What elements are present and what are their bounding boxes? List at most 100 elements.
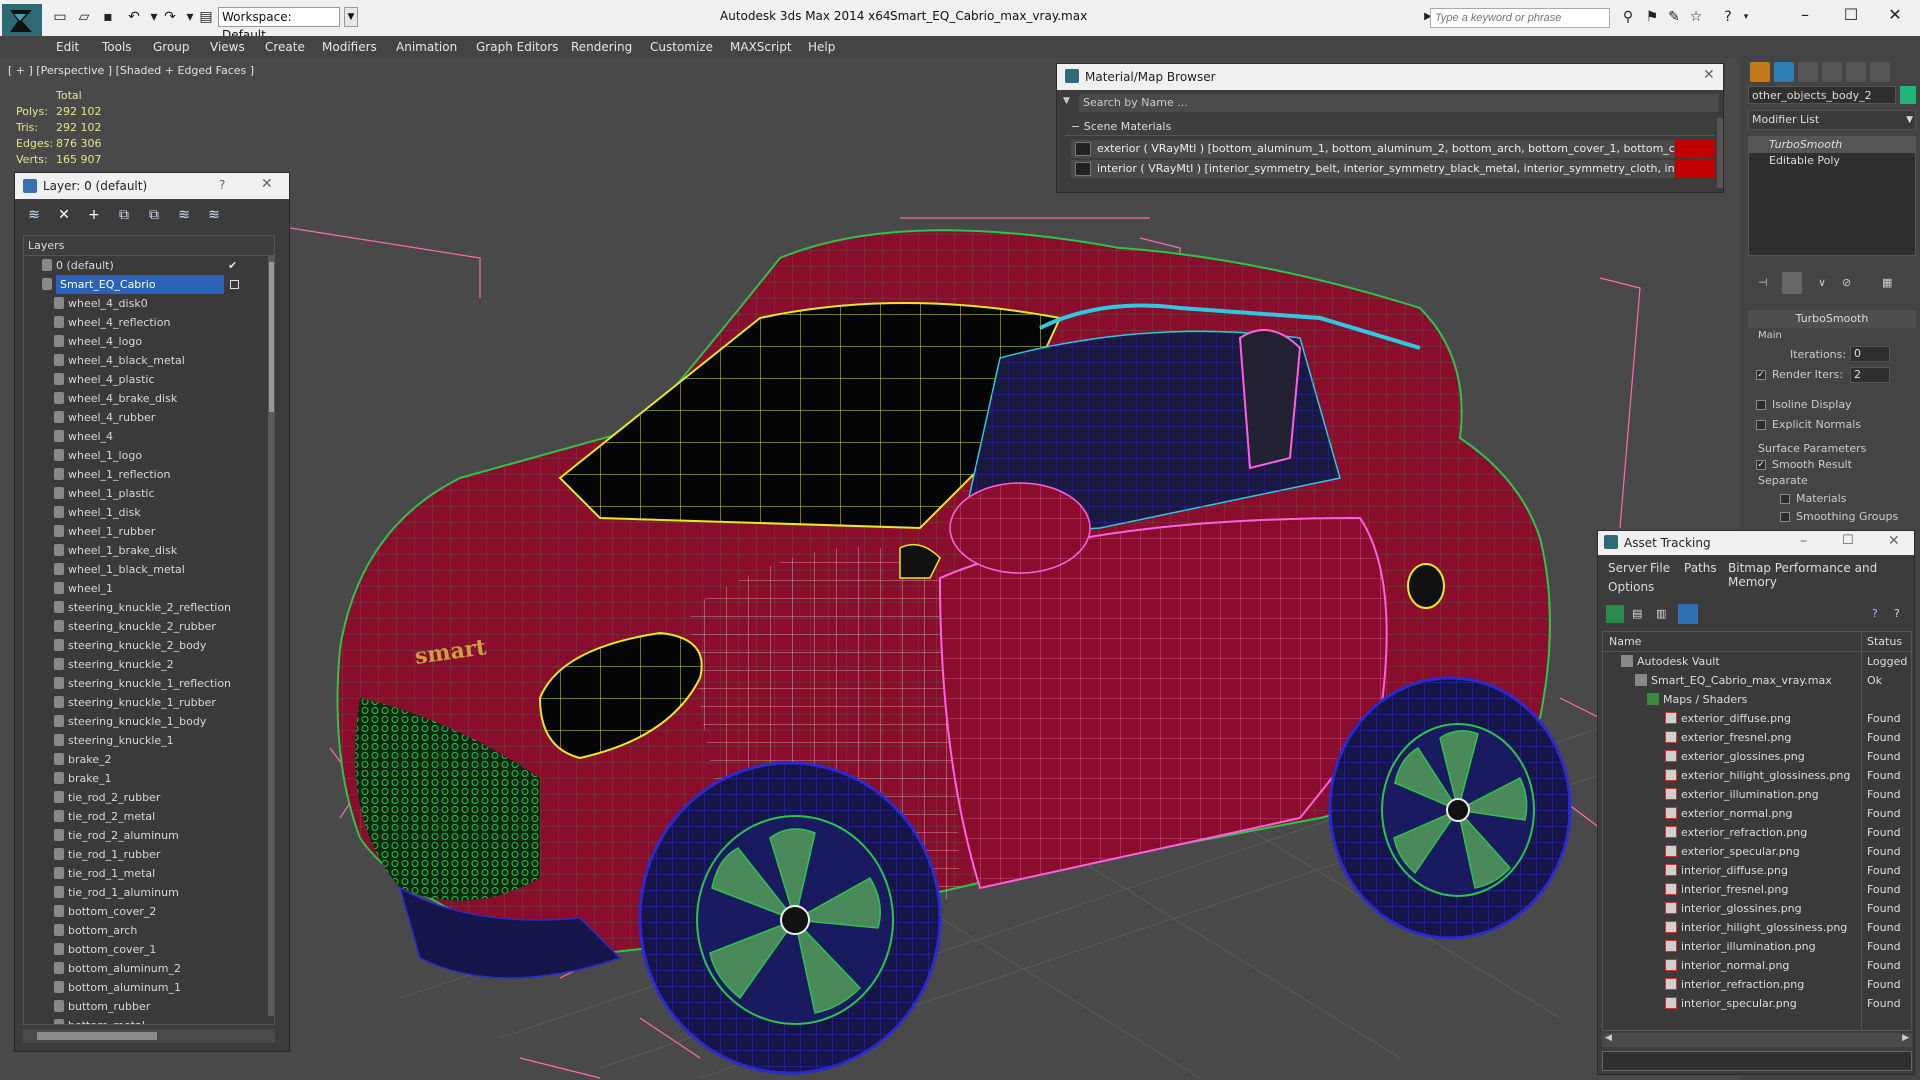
asset-row[interactable]: interior_hilight_glossiness.png Found [1603, 918, 1911, 937]
menu-create[interactable]: Create [265, 40, 305, 54]
layer-row[interactable]: tie_rod_1_rubber [24, 845, 274, 864]
asset-menu-paths[interactable]: Paths [1684, 561, 1717, 575]
minimize-icon[interactable]: – [1790, 4, 1820, 26]
layer-row[interactable]: wheel_1_plastic [24, 484, 274, 503]
layer-row[interactable]: brake_1 [24, 769, 274, 788]
open-file-icon[interactable]: ▱ [74, 8, 94, 26]
maximize-icon[interactable]: ☐ [1836, 4, 1866, 26]
object-name-field[interactable]: other_objects_body_2 [1748, 86, 1896, 104]
layer-box-icon[interactable] [230, 280, 239, 289]
layer-row[interactable]: wheel_4_plastic [24, 370, 274, 389]
project-folder-icon[interactable]: ▤ [196, 8, 216, 26]
layer-row[interactable]: tie_rod_1_aluminum [24, 883, 274, 902]
stack-item-turbosmooth[interactable]: TurboSmooth [1749, 137, 1915, 153]
layer-row[interactable]: brake_2 [24, 750, 274, 769]
layer-row[interactable]: steering_knuckle_2 [24, 655, 274, 674]
binoculars-icon[interactable]: ⚲ [1618, 8, 1638, 26]
layer-row[interactable]: steering_knuckle_1_rubber [24, 693, 274, 712]
layer-row[interactable]: Smart_EQ_Cabrio [24, 275, 274, 294]
asset-row[interactable]: exterior_specular.png Found [1603, 842, 1911, 861]
asset-row[interactable]: exterior_illumination.png Found [1603, 785, 1911, 804]
layer-row[interactable]: steering_knuckle_1_body [24, 712, 274, 731]
smooth-result-checkbox[interactable]: ✓ [1756, 460, 1766, 470]
isoline-checkbox[interactable] [1756, 400, 1766, 410]
configure-sets-icon[interactable]: ▦ [1882, 276, 1892, 289]
menu-animation[interactable]: Animation [396, 40, 457, 54]
asset-row[interactable]: exterior_hilight_glossiness.png Found [1603, 766, 1911, 785]
menu-maxscript[interactable]: MAXScript [730, 40, 792, 54]
scrollbar-thumb[interactable] [269, 262, 274, 412]
material-search-field[interactable]: Search by Name ... [1079, 94, 1719, 112]
keyword-search-input[interactable] [1431, 9, 1609, 27]
table-view-icon[interactable] [1678, 604, 1698, 624]
asset-row[interactable]: exterior_normal.png Found [1603, 804, 1911, 823]
menu-graph-editors[interactable]: Graph Editors [476, 40, 558, 54]
modifier-list-dropdown[interactable]: Modifier List ▼ [1748, 110, 1916, 130]
create-layer-icon[interactable]: ≋ [25, 206, 43, 224]
render-iters-checkbox[interactable]: ✓ [1756, 370, 1766, 380]
layer-row[interactable]: steering_knuckle_1 [24, 731, 274, 750]
hierarchy-tab-icon[interactable] [1798, 62, 1818, 82]
asset-row[interactable]: interior_specular.png Found [1603, 994, 1911, 1013]
asset-row[interactable]: interior_refraction.png Found [1603, 975, 1911, 994]
asset-row[interactable]: interior_diffuse.png Found [1603, 861, 1911, 880]
layer-vertical-scrollbar[interactable] [268, 256, 274, 1016]
layers-column-header[interactable]: Layers [24, 236, 274, 256]
close-icon[interactable]: ✕ [1888, 533, 1900, 549]
utilities-tab-icon[interactable] [1870, 62, 1890, 82]
keyword-search-box[interactable] [1430, 8, 1610, 28]
asset-row[interactable]: interior_illumination.png Found [1603, 937, 1911, 956]
layer-row[interactable]: wheel_4_rubber [24, 408, 274, 427]
show-end-result-icon[interactable] [1782, 272, 1802, 294]
scrollbar-thumb[interactable] [37, 1032, 157, 1040]
layer-row[interactable]: wheel_1_brake_disk [24, 541, 274, 560]
communication-center-icon[interactable]: ⚑ [1642, 8, 1662, 26]
layer-row[interactable]: wheel_4_reflection [24, 313, 274, 332]
detail-view-icon[interactable]: ▥ [1656, 607, 1666, 620]
iterations-spinner[interactable]: 0 [1850, 346, 1890, 362]
layer-row[interactable]: steering_knuckle_1_reflection [24, 674, 274, 693]
stack-item-editable-poly[interactable]: Editable Poly [1749, 153, 1915, 169]
layer-row[interactable]: tie_rod_1_metal [24, 864, 274, 883]
help-icon[interactable]: ? [1872, 607, 1878, 620]
save-file-icon[interactable]: ▪ [98, 8, 118, 26]
motion-tab-icon[interactable] [1822, 62, 1842, 82]
layer-row[interactable]: tie_rod_2_rubber [24, 788, 274, 807]
menu-edit[interactable]: Edit [56, 40, 79, 54]
asset-row[interactable]: Autodesk Vault Logged O [1603, 652, 1911, 671]
layer-row[interactable]: wheel_1_black_metal [24, 560, 274, 579]
material-row-exterior[interactable]: exterior ( VRayMtl ) [bottom_aluminum_1,… [1071, 140, 1715, 158]
help-icon[interactable]: ? [219, 178, 225, 192]
maximize-icon[interactable]: ☐ [1842, 533, 1854, 548]
asset-row[interactable]: exterior_fresnel.png Found [1603, 728, 1911, 747]
explicit-normals-checkbox[interactable] [1756, 420, 1766, 430]
layer-row[interactable]: wheel_4 [24, 427, 274, 446]
app-menu-button[interactable] [2, 4, 42, 36]
subscription-icon[interactable]: ✎ [1664, 8, 1684, 26]
column-name[interactable]: Name [1609, 632, 1641, 652]
refresh-icon[interactable] [1606, 605, 1624, 623]
layer-row[interactable]: 0 (default) ✔ [24, 256, 274, 275]
context-help-icon[interactable]: ? [1894, 607, 1900, 620]
menu-views[interactable]: Views [210, 40, 245, 54]
material-browser-scrollbar[interactable] [1717, 118, 1723, 188]
turbosmooth-rollout-header[interactable]: TurboSmooth [1748, 310, 1916, 328]
viewport-label[interactable]: [ + ] [Perspective ] [Shaded + Edged Fac… [8, 64, 254, 77]
help-icon[interactable]: ? [1718, 8, 1738, 26]
new-file-icon[interactable]: ▭ [50, 8, 70, 26]
layer-row[interactable]: wheel_1_logo [24, 446, 274, 465]
layer-row[interactable]: bottom_metal [24, 1016, 274, 1024]
asset-tracking-header[interactable]: Asset Tracking – ☐ ✕ [1598, 531, 1914, 555]
layer-row[interactable]: buttom_rubber [24, 997, 274, 1016]
scene-materials-group[interactable]: − Scene Materials [1065, 118, 1715, 136]
add-to-layer-icon[interactable]: + [85, 206, 103, 224]
layer-row[interactable]: wheel_1_reflection [24, 465, 274, 484]
layer-row[interactable]: bottom_aluminum_1 [24, 978, 274, 997]
material-row-interior[interactable]: interior ( VRayMtl ) [interior_symmetry_… [1071, 160, 1715, 178]
render-iters-spinner[interactable]: 2 [1850, 367, 1890, 383]
close-icon[interactable]: ✕ [1880, 4, 1910, 26]
menu-help[interactable]: Help [808, 40, 835, 54]
layer-row[interactable]: wheel_4_black_metal [24, 351, 274, 370]
smoothing-groups-checkbox[interactable] [1780, 512, 1790, 522]
asset-row[interactable]: exterior_glossines.png Found [1603, 747, 1911, 766]
